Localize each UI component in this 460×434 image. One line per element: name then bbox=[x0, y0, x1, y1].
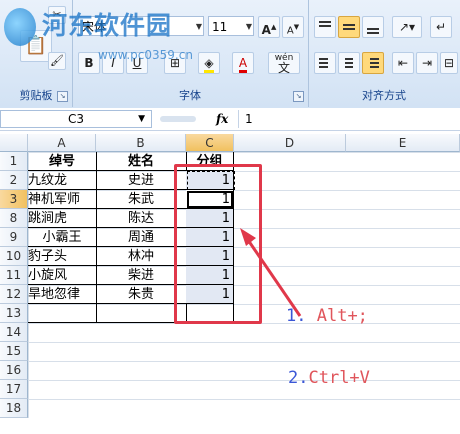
font-size-value: 11 bbox=[212, 20, 228, 34]
formula-bar: C3 ▼ fx 1 bbox=[0, 108, 460, 131]
row-header[interactable]: 14 bbox=[0, 323, 28, 342]
decrease-indent-button[interactable]: ⇤ bbox=[392, 52, 414, 74]
table-cell[interactable]: 九纹龙 bbox=[28, 171, 97, 190]
align-bottom-icon bbox=[367, 28, 379, 36]
table-cell[interactable]: 小旋风 bbox=[28, 266, 97, 285]
font-launcher-icon[interactable]: ↘ bbox=[293, 91, 304, 102]
formula-input[interactable]: 1 bbox=[238, 110, 460, 128]
chevron-down-icon: ▼ bbox=[245, 22, 252, 31]
table-cell[interactable]: 神机军师 bbox=[28, 190, 97, 209]
align-middle-icon bbox=[343, 24, 355, 32]
step2-number: 2. bbox=[288, 368, 309, 388]
font-size-select[interactable]: 11 ▼ bbox=[208, 16, 254, 36]
align-top-button[interactable] bbox=[314, 16, 336, 38]
wrap-text-icon: ↵ bbox=[435, 20, 447, 34]
clipboard-launcher-icon[interactable]: ↘ bbox=[57, 91, 68, 102]
table-cell[interactable]: 跳涧虎 bbox=[28, 209, 97, 228]
font-group-label: 字体 bbox=[179, 89, 201, 102]
align-bottom-button[interactable] bbox=[362, 16, 384, 38]
row-header[interactable]: 8 bbox=[0, 209, 28, 228]
row-header[interactable]: 17 bbox=[0, 380, 28, 399]
table-cell[interactable]: 旱地忽律 bbox=[28, 285, 97, 304]
column-header-a[interactable]: A bbox=[28, 134, 96, 152]
increase-indent-button[interactable]: ⇥ bbox=[416, 52, 438, 74]
wrap-text-button[interactable]: ↵ bbox=[430, 16, 452, 38]
watermark: 河东软件园 www.pc0359.cn bbox=[2, 2, 212, 62]
row-header[interactable]: 15 bbox=[0, 342, 28, 361]
bold-label: B bbox=[84, 56, 94, 70]
formula-function-area: fx bbox=[160, 110, 232, 128]
column-header-b[interactable]: B bbox=[96, 134, 186, 152]
step2-annotation: 2.Ctrl+V bbox=[288, 368, 370, 388]
table-header-cell[interactable]: 绰号 bbox=[28, 152, 97, 171]
column-header-e[interactable]: E bbox=[346, 134, 460, 152]
row-header[interactable]: 1 bbox=[0, 152, 28, 171]
align-top-icon bbox=[319, 21, 331, 29]
grow-font-button[interactable]: A▲ bbox=[258, 16, 280, 38]
watermark-logo-icon bbox=[4, 8, 36, 46]
table-cell[interactable]: 豹子头 bbox=[28, 247, 97, 266]
worksheet: A B C D E 1 2 3 8 9 10 11 12 13 14 15 16… bbox=[0, 134, 460, 434]
highlight-box bbox=[174, 164, 262, 324]
merge-button[interactable]: ⊟ bbox=[440, 52, 458, 74]
watermark-title: 河东软件园 bbox=[42, 11, 173, 40]
table-cell[interactable] bbox=[28, 304, 97, 323]
align-center-button[interactable] bbox=[338, 52, 360, 74]
select-all-corner[interactable] bbox=[0, 134, 28, 152]
merge-icon: ⊟ bbox=[443, 56, 455, 70]
row-header[interactable]: 2 bbox=[0, 171, 28, 190]
shrink-font-label: A bbox=[286, 25, 294, 37]
font-color-icon: A bbox=[238, 56, 248, 73]
chevron-down-icon[interactable]: ▼ bbox=[138, 111, 145, 127]
ribbon: 📋 ✂ 🖌 剪贴板 ↘ 宋体 ▼ 11 ▼ A▲ A▼ B I U ⊞ ◈ A … bbox=[0, 0, 460, 109]
row-header[interactable]: 18 bbox=[0, 399, 28, 418]
grow-font-label: A bbox=[261, 23, 271, 37]
name-box-value: C3 bbox=[67, 112, 84, 126]
step2-text: Ctrl+V bbox=[308, 368, 370, 388]
step1-annotation: 1. Alt+; bbox=[286, 306, 368, 326]
orientation-button[interactable]: ↗▾ bbox=[392, 16, 422, 38]
paint-bucket-icon: ◈ bbox=[204, 56, 214, 73]
name-box[interactable]: C3 ▼ bbox=[0, 110, 152, 128]
insert-function-icon[interactable]: fx bbox=[216, 110, 228, 128]
align-left-icon bbox=[319, 58, 328, 70]
phonetic-button[interactable]: wén 文 bbox=[268, 52, 300, 74]
column-header-c[interactable]: C bbox=[186, 134, 234, 152]
alignment-group-label: 对齐方式 bbox=[362, 89, 406, 102]
alignment-group: ↗▾ ↵ ⇤ ⇥ ⊟ 对齐方式 bbox=[308, 0, 460, 107]
row-header[interactable]: 10 bbox=[0, 247, 28, 266]
row-header[interactable]: 16 bbox=[0, 361, 28, 380]
increase-indent-icon: ⇥ bbox=[421, 56, 433, 70]
column-header-d[interactable]: D bbox=[234, 134, 346, 152]
step1-number: 1. bbox=[286, 306, 307, 326]
watermark-url: www.pc0359.cn bbox=[98, 48, 193, 62]
step1-text: Alt+; bbox=[316, 306, 368, 326]
align-center-icon bbox=[345, 58, 353, 70]
formula-bar-divider bbox=[160, 116, 196, 122]
row-header[interactable]: 3 bbox=[0, 190, 28, 209]
table-cell[interactable]: 小霸王 bbox=[28, 228, 97, 247]
align-right-icon bbox=[370, 58, 379, 70]
row-header[interactable]: 9 bbox=[0, 228, 28, 247]
row-header[interactable]: 12 bbox=[0, 285, 28, 304]
decrease-indent-icon: ⇤ bbox=[397, 56, 409, 70]
font-color-button[interactable]: A bbox=[232, 52, 254, 74]
align-right-button[interactable] bbox=[362, 52, 384, 74]
phonetic-char-label: 文 bbox=[277, 61, 290, 75]
row-header[interactable]: 13 bbox=[0, 304, 28, 323]
orientation-icon: ↗▾ bbox=[398, 20, 416, 34]
shrink-font-button[interactable]: A▼ bbox=[282, 16, 304, 38]
align-middle-button[interactable] bbox=[338, 16, 360, 38]
align-left-button[interactable] bbox=[314, 52, 336, 74]
row-header[interactable]: 11 bbox=[0, 266, 28, 285]
